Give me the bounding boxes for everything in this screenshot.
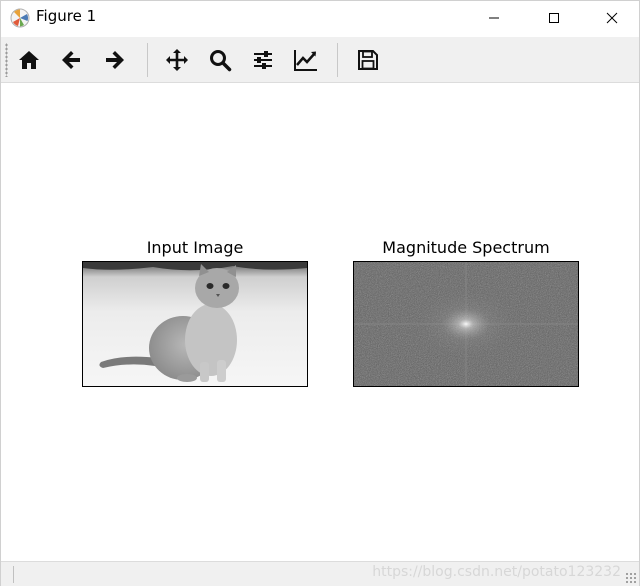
toolbar-grip[interactable] [5, 43, 8, 77]
window-title: Figure 1 [36, 7, 97, 25]
subplot-title-spectrum: Magnitude Spectrum [382, 238, 550, 257]
watermark-text: https://blog.csdn.net/potato123232 [372, 564, 621, 580]
home-icon [19, 51, 39, 69]
status-bar: https://blog.csdn.net/potato123232 [1, 561, 639, 586]
minimize-icon [489, 17, 499, 18]
status-divider [13, 566, 14, 583]
edit-axes-button[interactable] [290, 44, 322, 76]
maximize-icon [549, 12, 559, 23]
magnitude-spectrum-image [354, 262, 578, 386]
app-icon [10, 8, 30, 28]
back-button[interactable] [56, 44, 88, 76]
zoom-button[interactable] [204, 44, 236, 76]
arrow-left-icon [62, 51, 80, 69]
magnitude-spectrum-axes[interactable] [353, 261, 579, 387]
arrow-right-icon [106, 51, 124, 69]
resize-grip[interactable] [625, 572, 637, 584]
home-button[interactable] [13, 44, 45, 76]
line-chart-icon [294, 50, 317, 71]
figure-canvas[interactable]: Input Image Magnitude Spectrum [1, 84, 639, 560]
close-button[interactable] [589, 1, 635, 34]
forward-button[interactable] [98, 44, 130, 76]
pan-button[interactable] [161, 44, 193, 76]
maximize-button[interactable] [531, 1, 577, 34]
figure-window: Figure 1 Input Image Magnitude Spectrum … [0, 0, 640, 586]
input-image [83, 262, 307, 386]
minimize-button[interactable] [471, 1, 517, 34]
save-icon [358, 50, 378, 70]
toolbar-separator [147, 43, 148, 77]
move-icon [166, 49, 188, 71]
input-image-axes[interactable] [82, 261, 308, 387]
close-icon [606, 12, 618, 23]
save-button[interactable] [352, 44, 384, 76]
title-bar[interactable]: Figure 1 [1, 1, 639, 34]
toolbar-separator [337, 43, 338, 77]
configure-subplots-button[interactable] [247, 44, 279, 76]
sliders-icon [254, 51, 272, 69]
search-icon [210, 50, 232, 72]
subplot-title-input: Input Image [146, 238, 244, 257]
navigation-toolbar [1, 37, 639, 83]
